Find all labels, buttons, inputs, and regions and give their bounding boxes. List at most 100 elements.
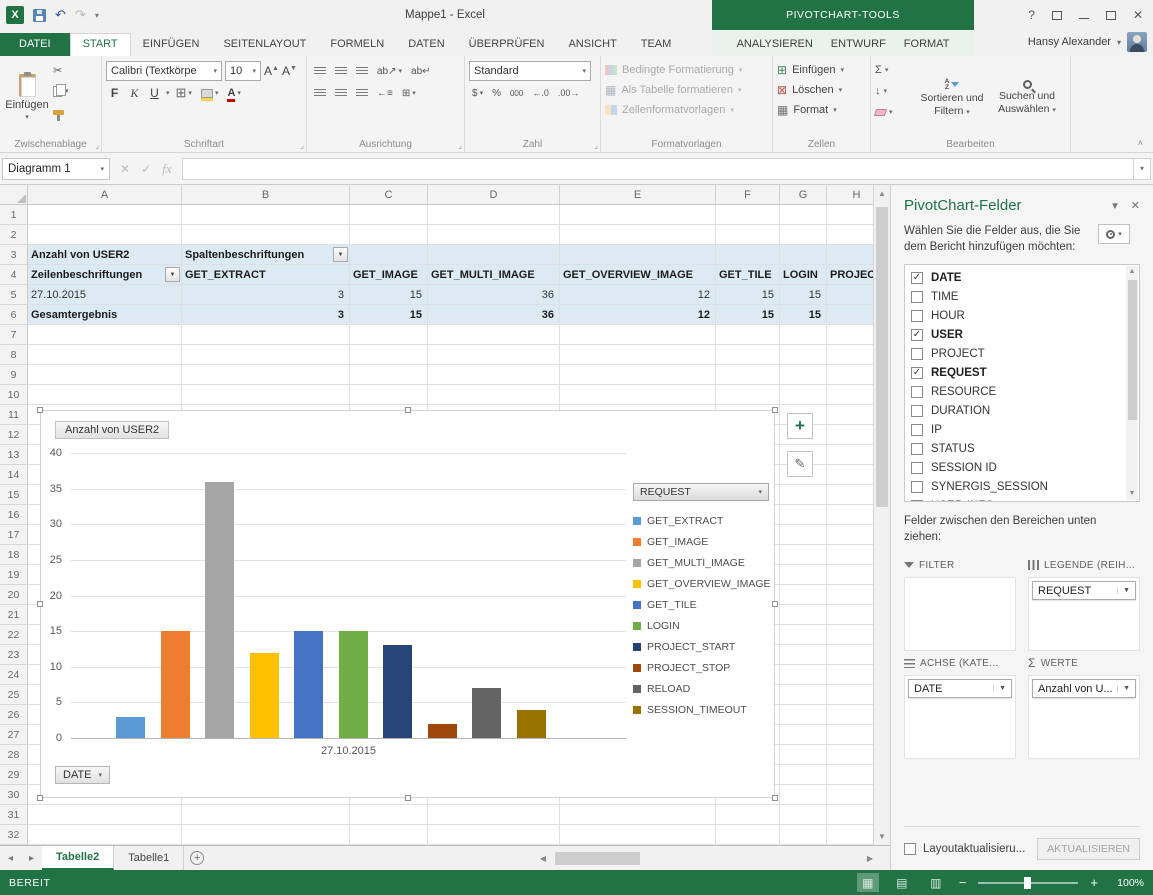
row-header-32[interactable]: 32 bbox=[0, 825, 28, 845]
cell-C4[interactable]: GET_IMAGE bbox=[350, 265, 428, 285]
cell-D7[interactable] bbox=[428, 325, 560, 345]
ribbon-tab-einfügen[interactable]: EINFÜGEN bbox=[131, 33, 212, 56]
cell-C2[interactable] bbox=[350, 225, 428, 245]
align-top-button[interactable] bbox=[311, 62, 329, 81]
row-header-13[interactable]: 13 bbox=[0, 445, 28, 465]
bar-project_start[interactable] bbox=[383, 645, 412, 738]
scroll-left-icon[interactable]: ◀ bbox=[535, 854, 551, 863]
row-header-31[interactable]: 31 bbox=[0, 805, 28, 825]
cell-H12[interactable] bbox=[827, 425, 873, 445]
values-drop-zone[interactable]: Anzahl von U...▼ bbox=[1028, 675, 1140, 759]
cell-G5[interactable]: 15 bbox=[780, 285, 827, 305]
cell-H1[interactable] bbox=[827, 205, 873, 225]
italic-button[interactable]: K bbox=[126, 84, 143, 103]
fill-button[interactable]: ↓▾ bbox=[875, 83, 913, 99]
axis-field-button[interactable]: DATE ▾ bbox=[55, 766, 110, 784]
cell-G3[interactable] bbox=[780, 245, 827, 265]
ribbon-tab-entwurf[interactable]: ENTWURF bbox=[822, 33, 895, 56]
cell-G19[interactable] bbox=[780, 565, 827, 585]
cell-F6[interactable]: 15 bbox=[716, 305, 780, 325]
field-list-scrollbar[interactable]: ▲ ▼ bbox=[1126, 266, 1138, 500]
cell-H4[interactable]: PROJEC bbox=[827, 265, 873, 285]
cell-F3[interactable] bbox=[716, 245, 780, 265]
row-header-24[interactable]: 24 bbox=[0, 665, 28, 685]
cell-E10[interactable] bbox=[560, 385, 716, 405]
cell-D4[interactable]: GET_MULTI_IMAGE bbox=[428, 265, 560, 285]
row-header-28[interactable]: 28 bbox=[0, 745, 28, 765]
field-item-date[interactable]: ✓DATE bbox=[908, 268, 1125, 287]
align-bottom-button[interactable] bbox=[353, 62, 371, 81]
field-item-request[interactable]: ✓REQUEST bbox=[908, 363, 1125, 382]
ribbon-tab-team[interactable]: TEAM bbox=[629, 33, 684, 56]
cell-C6[interactable]: 15 bbox=[350, 305, 428, 325]
area-chip-values[interactable]: Anzahl von U...▼ bbox=[1032, 679, 1136, 698]
row-header-18[interactable]: 18 bbox=[0, 545, 28, 565]
undo-icon[interactable]: ↶ bbox=[55, 7, 66, 23]
checkbox[interactable]: ✓ bbox=[911, 367, 923, 379]
cell-C5[interactable]: 15 bbox=[350, 285, 428, 305]
help-icon[interactable]: ? bbox=[1028, 8, 1035, 22]
chart-handle[interactable] bbox=[772, 601, 778, 607]
add-sheet-button[interactable]: + bbox=[184, 846, 210, 870]
cell-H8[interactable] bbox=[827, 345, 873, 365]
cell-E31[interactable] bbox=[560, 805, 716, 825]
cell-H23[interactable] bbox=[827, 645, 873, 665]
merge-center-button[interactable]: ⊞▾ bbox=[399, 84, 419, 103]
cell-E3[interactable] bbox=[560, 245, 716, 265]
bar-get_image[interactable] bbox=[161, 631, 190, 738]
legend-drop-zone[interactable]: REQUEST▼ bbox=[1028, 577, 1140, 651]
field-item-status[interactable]: STATUS bbox=[908, 439, 1125, 458]
borders-button[interactable]: ⊞▾ bbox=[173, 84, 195, 103]
cell-C32[interactable] bbox=[350, 825, 428, 845]
formula-input[interactable] bbox=[182, 158, 1133, 180]
row-header-27[interactable]: 27 bbox=[0, 725, 28, 745]
cell-F32[interactable] bbox=[716, 825, 780, 845]
vertical-scrollbar[interactable]: ▲ ▼ bbox=[873, 185, 890, 845]
align-middle-button[interactable] bbox=[332, 62, 350, 81]
cell-B8[interactable] bbox=[182, 345, 350, 365]
filter-dropdown-icon[interactable]: ▼ bbox=[333, 247, 348, 262]
pane-options-icon[interactable]: ▾ bbox=[1112, 199, 1118, 212]
cell-H17[interactable] bbox=[827, 525, 873, 545]
customize-qat-icon[interactable]: ▾ bbox=[95, 11, 99, 20]
cell-H22[interactable] bbox=[827, 625, 873, 645]
ribbon-tab-start[interactable]: START bbox=[70, 33, 131, 56]
field-item-synergis-session[interactable]: SYNERGIS_SESSION bbox=[908, 477, 1125, 496]
cell-H26[interactable] bbox=[827, 705, 873, 725]
cell-A31[interactable] bbox=[28, 805, 182, 825]
row-header-22[interactable]: 22 bbox=[0, 625, 28, 645]
row-header-8[interactable]: 8 bbox=[0, 345, 28, 365]
cell-G28[interactable] bbox=[780, 745, 827, 765]
cell-B7[interactable] bbox=[182, 325, 350, 345]
bar-get_overview_image[interactable] bbox=[250, 653, 279, 739]
column-header-E[interactable]: E bbox=[560, 185, 716, 205]
close-icon[interactable]: ✕ bbox=[1133, 8, 1143, 22]
minimize-icon[interactable] bbox=[1079, 18, 1089, 19]
scroll-right-icon[interactable]: ▶ bbox=[862, 854, 878, 863]
cell-G1[interactable] bbox=[780, 205, 827, 225]
cell-G24[interactable] bbox=[780, 665, 827, 685]
legend-field-button[interactable]: REQUEST ▾ bbox=[633, 483, 769, 501]
chart-handle[interactable] bbox=[37, 407, 43, 413]
area-chip-legend[interactable]: REQUEST▼ bbox=[1032, 581, 1136, 600]
cell-F9[interactable] bbox=[716, 365, 780, 385]
row-header-17[interactable]: 17 bbox=[0, 525, 28, 545]
paste-button[interactable]: Einfügen ▾ bbox=[4, 60, 50, 135]
column-header-H[interactable]: H bbox=[827, 185, 873, 205]
cell-A2[interactable] bbox=[28, 225, 182, 245]
cell-C7[interactable] bbox=[350, 325, 428, 345]
cell-G16[interactable] bbox=[780, 505, 827, 525]
cell-D2[interactable] bbox=[428, 225, 560, 245]
format-painter-button[interactable] bbox=[53, 104, 69, 120]
cell-B5[interactable]: 3 bbox=[182, 285, 350, 305]
underline-options-icon[interactable]: ▾ bbox=[166, 89, 170, 97]
cell-G20[interactable] bbox=[780, 585, 827, 605]
align-right-button[interactable] bbox=[353, 84, 371, 103]
scrollbar-thumb[interactable] bbox=[876, 207, 888, 507]
checkbox[interactable] bbox=[911, 386, 923, 398]
dialog-launcher-icon[interactable]: ⌟ bbox=[95, 141, 99, 150]
cell-E8[interactable] bbox=[560, 345, 716, 365]
cell-H20[interactable] bbox=[827, 585, 873, 605]
cell-C3[interactable] bbox=[350, 245, 428, 265]
font-color-button[interactable]: A▾ bbox=[224, 84, 243, 103]
